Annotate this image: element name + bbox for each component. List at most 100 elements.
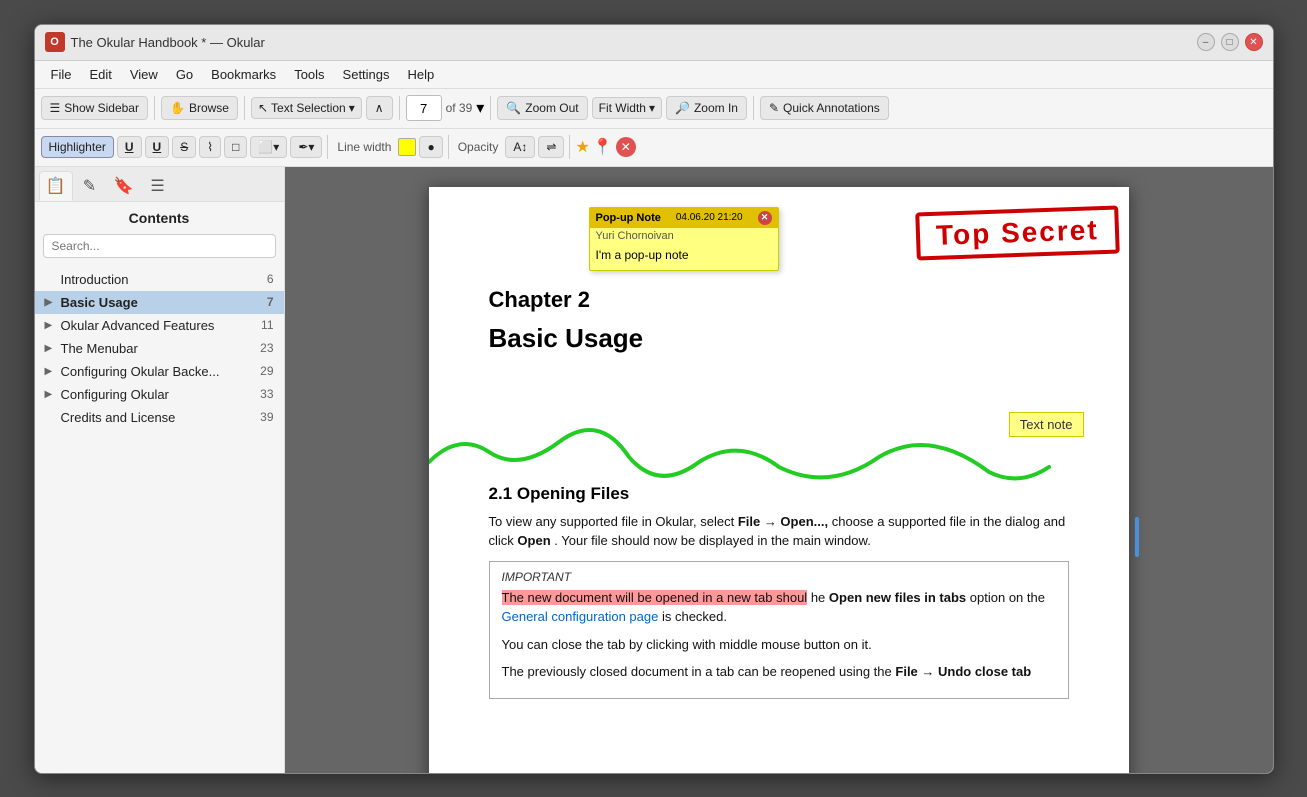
window-title: The Okular Handbook * — Okular	[71, 35, 265, 50]
page-of-label: of 39	[446, 101, 473, 115]
color-swatch[interactable]	[398, 138, 416, 156]
toc-list: Introduction 6 ▶ Basic Usage 7 ▶ Okular …	[35, 266, 284, 773]
annotation-toolbar: Highlighter U U S ⌇ □ ⬜▾ ✒▾ Line width ●…	[35, 129, 1273, 167]
fill-button[interactable]: ●	[419, 136, 442, 158]
toc-item-advanced[interactable]: ▶ Okular Advanced Features 11	[35, 314, 284, 337]
rect-button[interactable]: □	[224, 136, 247, 158]
text-selection-dropdown[interactable]: ↖ Text Selection ▾	[251, 97, 362, 119]
sidebar-tab-contents[interactable]: 📋	[39, 171, 73, 201]
zoom-in-button[interactable]: 🔎 Zoom In	[666, 96, 747, 120]
cursor-icon: ↖	[258, 101, 268, 115]
popup-note-body: I'm a pop-up note	[590, 244, 778, 270]
toc-page: 33	[260, 387, 273, 401]
sidebar-tab-bar: 📋 ✎ 🔖 ☰	[35, 167, 284, 202]
menu-tools[interactable]: Tools	[286, 64, 332, 85]
popup-note-author: Yuri Chornoivan	[590, 228, 778, 244]
popup-note[interactable]: Pop-up Note 04.06.20 21:20 ✕ Yuri Chorno…	[589, 207, 779, 271]
section-heading: Basic Usage	[489, 323, 1069, 354]
pin-icon[interactable]: 📍	[593, 137, 613, 157]
menu-bookmarks[interactable]: Bookmarks	[203, 64, 284, 85]
subsection-heading: 2.1 Opening Files	[489, 484, 1069, 504]
titlebar-left: O The Okular Handbook * — Okular	[45, 32, 265, 52]
top-secret-stamp: Top Secret	[915, 205, 1119, 260]
toc-text: Introduction	[61, 272, 263, 287]
highlighter-button[interactable]: Highlighter	[41, 136, 114, 158]
menu-settings[interactable]: Settings	[335, 64, 398, 85]
content-area: Pop-up Note 04.06.20 21:20 ✕ Yuri Chorno…	[285, 167, 1273, 773]
close-button[interactable]: ✕	[1245, 33, 1263, 51]
main-window: O The Okular Handbook * — Okular – □ ✕ F…	[34, 24, 1274, 774]
expand-icon: ▶	[45, 366, 59, 377]
zoom-out-button[interactable]: 🔍 Zoom Out	[497, 96, 587, 120]
page-number-input[interactable]	[406, 95, 442, 121]
important-body-3: The previously closed document in a tab …	[502, 662, 1056, 682]
popup-note-close-button[interactable]: ✕	[758, 211, 772, 225]
close-ann-toolbar-button[interactable]: ✕	[616, 137, 636, 157]
toc-item-config-backend[interactable]: ▶ Configuring Okular Backe... 29	[35, 360, 284, 383]
toc-item-config-okular[interactable]: ▶ Configuring Okular 33	[35, 383, 284, 406]
hand-icon: ✋	[170, 101, 185, 115]
toolbar-sep-5	[753, 96, 754, 120]
body-text-1: To view any supported file in Okular, se…	[489, 512, 1069, 551]
toc-item-credits[interactable]: Credits and License 39	[35, 406, 284, 429]
ink-button[interactable]: ✒▾	[290, 136, 322, 158]
sidebar-tab-bookmarks[interactable]: 🔖	[107, 171, 141, 201]
annotation-icon: ✎	[769, 101, 779, 115]
opacity-slider[interactable]: ⇌	[538, 136, 564, 158]
fit-width-dropdown[interactable]: Fit Width ▾	[592, 97, 662, 119]
sidebar-tab-list[interactable]: ☰	[141, 171, 175, 201]
sidebar: 📋 ✎ 🔖 ☰ Contents Introduction 6 ▶ Basic …	[35, 167, 285, 773]
toc-text: The Menubar	[61, 341, 257, 356]
toc-item-menubar[interactable]: ▶ The Menubar 23	[35, 337, 284, 360]
menu-help[interactable]: Help	[400, 64, 443, 85]
toc-item-basic-usage[interactable]: ▶ Basic Usage 7	[35, 291, 284, 314]
toc-page: 6	[267, 272, 274, 286]
strikethrough-button[interactable]: S	[172, 136, 196, 158]
toolbar-sep-2	[244, 96, 245, 120]
text-note-annotation[interactable]: Text note	[1009, 412, 1084, 437]
show-sidebar-button[interactable]: ☰ Show Sidebar	[41, 96, 148, 120]
sidebar-search-input[interactable]	[43, 234, 276, 258]
bookmark-star-icon[interactable]: ★	[575, 137, 589, 157]
chevron-down-icon-fit: ▾	[649, 101, 655, 115]
underline-button[interactable]: U	[117, 136, 142, 158]
toc-text: Basic Usage	[61, 295, 263, 310]
toc-text: Okular Advanced Features	[61, 318, 258, 333]
toc-item-introduction[interactable]: Introduction 6	[35, 268, 284, 291]
maximize-button[interactable]: □	[1221, 33, 1239, 51]
ann-sep-1	[327, 135, 328, 159]
squiggly-button[interactable]: ⌇	[199, 136, 221, 158]
font-size-button[interactable]: A↕	[505, 136, 535, 158]
config-page-link[interactable]: General configuration page	[502, 609, 659, 624]
important-box: IMPORTANT The new document will be opene…	[489, 561, 1069, 699]
menu-go[interactable]: Go	[168, 64, 201, 85]
minimize-button[interactable]: –	[1197, 33, 1215, 51]
menu-file[interactable]: File	[43, 64, 80, 85]
zoom-out-icon: 🔍	[506, 101, 521, 115]
toc-page: 23	[260, 341, 273, 355]
underline2-button[interactable]: U	[145, 136, 170, 158]
quick-annotations-button[interactable]: ✎ Quick Annotations	[760, 96, 889, 120]
main-toolbar: ☰ Show Sidebar ✋ Browse ↖ Text Selection…	[35, 89, 1273, 129]
toc-text: Configuring Okular	[61, 387, 257, 402]
toolbar-sep-4	[490, 96, 491, 120]
nav-up-button[interactable]: ∧	[366, 96, 393, 120]
shape-dropdown[interactable]: ⬜▾	[250, 136, 287, 158]
sidebar-tab-annotations[interactable]: ✎	[73, 171, 107, 201]
sidebar-heading: Contents	[35, 202, 284, 230]
opacity-label: Opacity	[454, 140, 503, 154]
titlebar: O The Okular Handbook * — Okular – □ ✕	[35, 25, 1273, 61]
menu-view[interactable]: View	[122, 64, 166, 85]
toc-text: Credits and License	[61, 410, 257, 425]
browse-button[interactable]: ✋ Browse	[161, 96, 238, 120]
expand-icon: ▶	[45, 297, 59, 308]
freehand-drawing	[429, 402, 1069, 522]
sidebar-icon: ☰	[50, 101, 61, 115]
menubar: File Edit View Go Bookmarks Tools Settin…	[35, 61, 1273, 89]
menu-edit[interactable]: Edit	[81, 64, 119, 85]
toc-text: Configuring Okular Backe...	[61, 364, 257, 379]
expand-icon: ▶	[45, 343, 59, 354]
app-icon: O	[45, 32, 65, 52]
chapter-heading: Chapter 2	[489, 287, 1069, 313]
titlebar-controls: – □ ✕	[1197, 33, 1263, 51]
